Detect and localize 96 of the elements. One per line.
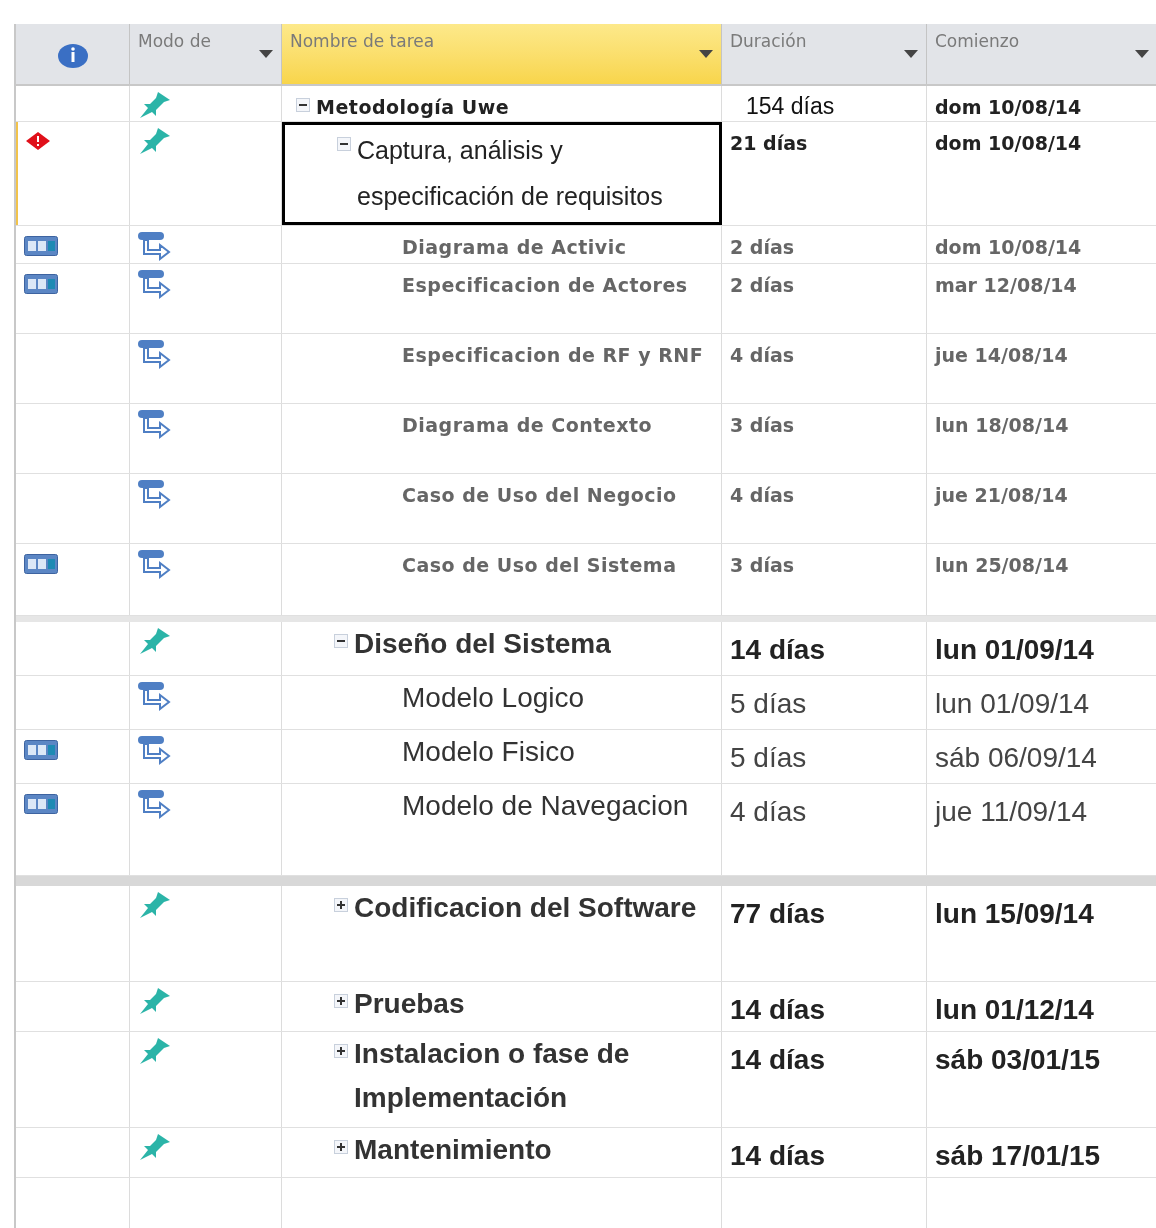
duration-text: 14 días [730, 1044, 825, 1075]
start-date: lun 01/12/14 [935, 994, 1094, 1025]
task-name: Diseño del Sistema [354, 627, 611, 661]
task-name-cell[interactable]: Mantenimiento [282, 1128, 722, 1177]
task-name: Diagrama de Activic [402, 235, 627, 260]
start-date: jue 21/08/14 [935, 484, 1068, 506]
task-name: Captura, análisis y especificación de requisitos [357, 135, 664, 212]
start-date: jue 11/09/14 [935, 796, 1088, 827]
task-name-cell[interactable]: Pruebas [282, 982, 722, 1031]
dropdown-arrow-icon[interactable] [904, 50, 918, 58]
start-date: sáb 03/01/15 [935, 1044, 1101, 1075]
start-date: lun 01/09/14 [935, 688, 1090, 719]
duration-text: 5 días [730, 688, 807, 719]
start-date: mar 12/08/14 [935, 274, 1077, 296]
calendar-icon [24, 274, 58, 294]
duration-text: 3 días [730, 414, 795, 436]
task-name-cell[interactable]: Caso de Uso del Sistema [282, 544, 722, 615]
task-name: Instalacion o fase de Implementación [354, 1037, 631, 1115]
task-name: Caso de Uso del Sistema [402, 553, 677, 578]
auto-schedule-icon [136, 478, 172, 510]
task-name-cell[interactable]: Metodología Uwe [282, 86, 722, 121]
task-name-cell[interactable]: Diseño del Sistema [282, 622, 722, 675]
auto-schedule-icon [136, 268, 172, 300]
expand-icon[interactable] [334, 1140, 348, 1154]
start-date: lun 25/08/14 [935, 554, 1069, 576]
task-name-cell[interactable]: Modelo Fisico [282, 730, 722, 783]
calendar-icon [24, 794, 58, 814]
auto-schedule-icon [136, 338, 172, 370]
duration-text: 154 días [745, 93, 835, 119]
calendar-icon [24, 554, 58, 574]
collapse-icon[interactable] [337, 137, 351, 151]
task-name: Modelo de Navegacion [402, 789, 689, 823]
column-label: Nombre de tarea [290, 30, 436, 53]
start-date: sáb 17/01/15 [935, 1140, 1101, 1171]
column-label: Duración [730, 30, 808, 53]
duration-text: 4 días [730, 344, 795, 366]
auto-schedule-icon [136, 408, 172, 440]
task-name: Caso de Uso del Negocio [402, 483, 677, 508]
task-name: Mantenimiento [354, 1133, 552, 1167]
dropdown-arrow-icon[interactable] [1135, 50, 1149, 58]
info-icon [57, 43, 88, 69]
task-name: Modelo Fisico [402, 735, 575, 769]
start-date: sáb 06/09/14 [935, 742, 1097, 773]
task-name-cell[interactable]: Modelo de Navegacion [282, 784, 722, 875]
duration-text: 77 días [730, 898, 825, 929]
task-name: Metodología Uwe [316, 95, 510, 120]
collapse-icon[interactable] [296, 98, 310, 112]
start-date: lun 18/08/14 [935, 414, 1069, 436]
start-date: dom 10/08/14 [935, 236, 1082, 258]
task-name: Especificacion de RF y RNF [402, 343, 704, 368]
expand-icon[interactable] [334, 1044, 348, 1058]
dropdown-arrow-icon[interactable] [259, 50, 273, 58]
duration-text: 5 días [730, 742, 807, 773]
task-name-cell[interactable]: Caso de Uso del Negocio [282, 474, 722, 543]
duration-text: 2 días [730, 236, 795, 258]
task-name-cell[interactable]: Captura, análisis y especificación de requisitos [282, 122, 722, 225]
duration-text: 2 días [730, 274, 795, 296]
dropdown-arrow-icon[interactable] [699, 50, 713, 58]
auto-schedule-icon [136, 680, 172, 712]
task-name-cell[interactable]: Codificacion del Software [282, 886, 722, 981]
task-name-cell[interactable]: Diagrama de Activic [282, 226, 722, 263]
duration-text: 14 días [730, 1140, 825, 1171]
expand-icon[interactable] [334, 994, 348, 1008]
duration-text: 14 días [730, 634, 825, 665]
task-name: Pruebas [354, 987, 465, 1021]
start-date: jue 14/08/14 [935, 344, 1068, 366]
start-date: dom 10/08/14 [935, 132, 1082, 154]
task-name: Especificacion de Actores [402, 273, 688, 298]
auto-schedule-icon [136, 734, 172, 766]
column-label: Modo de [138, 30, 212, 53]
duration-text: 4 días [730, 796, 807, 827]
column-label: Comienzo [935, 30, 1021, 53]
auto-schedule-icon [136, 788, 172, 820]
duration-text: 14 días [730, 994, 825, 1025]
task-name: Codificacion del Software [354, 891, 697, 925]
task-name-cell[interactable]: Especificacion de RF y RNF [282, 334, 722, 403]
task-name-cell[interactable]: Diagrama de Contexto [282, 404, 722, 473]
calendar-icon [24, 236, 58, 256]
start-date: dom 10/08/14 [935, 96, 1082, 118]
task-name-cell[interactable]: Instalacion o fase de Implementación [282, 1032, 722, 1127]
collapse-icon[interactable] [334, 634, 348, 648]
task-name: Diagrama de Contexto [402, 413, 653, 438]
duration-text: 21 días [730, 132, 808, 154]
column-header[interactable] [16, 24, 130, 84]
start-date: lun 01/09/14 [935, 634, 1094, 665]
start-date: lun 15/09/14 [935, 898, 1094, 929]
expand-icon[interactable] [334, 898, 348, 912]
duration-text: 4 días [730, 484, 795, 506]
auto-schedule-icon [136, 230, 172, 262]
duration-text: 3 días [730, 554, 795, 576]
task-name: Modelo Logico [402, 681, 585, 715]
calendar-icon [24, 740, 58, 760]
warning-diamond-icon [26, 132, 50, 150]
task-name-cell[interactable]: Modelo Logico [282, 676, 722, 729]
task-name-cell[interactable]: Especificacion de Actores [282, 264, 722, 333]
auto-schedule-icon [136, 548, 172, 580]
